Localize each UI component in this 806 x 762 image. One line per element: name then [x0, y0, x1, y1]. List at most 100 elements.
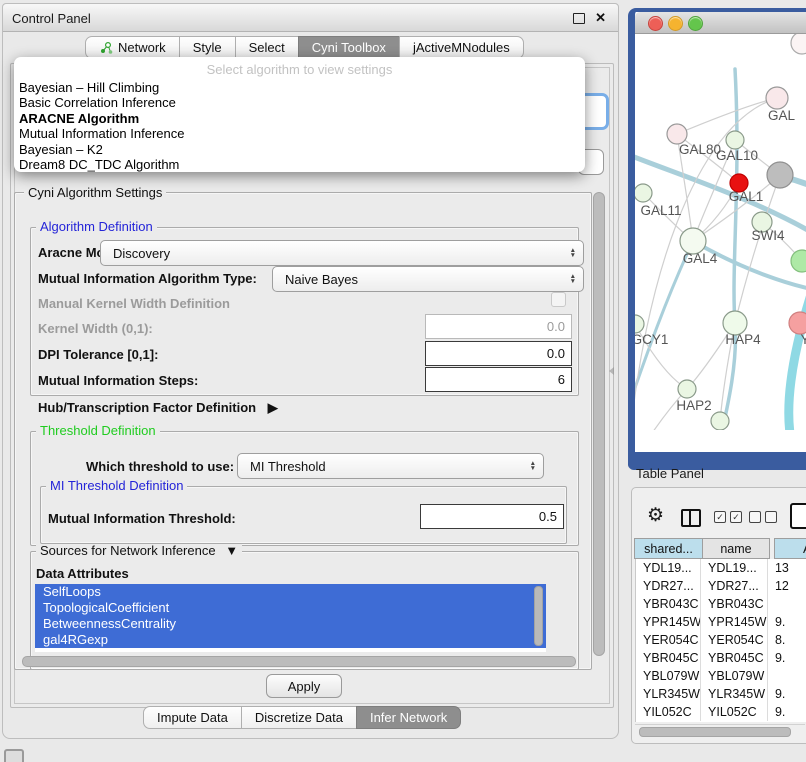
mi-threshold-label: Mutual Information Threshold:	[48, 511, 236, 526]
table-horizontal-scrollbar[interactable]	[635, 724, 805, 737]
tab-label: Infer Network	[370, 710, 447, 725]
expand-right-icon[interactable]: ▶	[268, 400, 278, 415]
mi-type-label: Mutual Information Algorithm Type:	[38, 271, 257, 286]
scrollbar-thumb[interactable]	[593, 192, 605, 656]
list-item[interactable]: SelfLoops	[35, 584, 546, 600]
table-header-row: shared... name A	[635, 538, 806, 559]
column-header[interactable]: shared...	[634, 538, 703, 559]
popup-item[interactable]: Bayesian – K2	[19, 142, 581, 157]
split-pane-handle[interactable]	[609, 367, 614, 375]
manual-kernel-checkbox[interactable]	[551, 292, 566, 307]
network-edge[interactable]	[719, 69, 737, 430]
list-item[interactable]: BetweennessCentrality	[35, 616, 546, 632]
table-panel-title: Table Panel	[636, 466, 704, 481]
network-edge[interactable]	[677, 98, 777, 134]
hub-definition-toggle[interactable]: Hub/Transcription Factor Definition ▶	[38, 400, 278, 416]
panel-title: Control Panel	[12, 11, 91, 26]
threshold-definition-title: Threshold Definition	[36, 424, 160, 437]
which-threshold-select[interactable]: MI Threshold ▲ ▼	[237, 453, 544, 479]
column-header[interactable]: name	[702, 538, 770, 559]
select-all-columns-icon[interactable]: ✓ ✓	[714, 511, 742, 523]
table-row[interactable]: YBR043CYBR043C	[636, 595, 806, 613]
tab-jactivemnodules[interactable]: jActiveMNodules	[399, 36, 524, 59]
deselect-all-columns-icon[interactable]	[749, 511, 777, 523]
table-settings-gear-icon[interactable]: ⚙	[647, 506, 664, 525]
close-traffic-light[interactable]	[648, 16, 663, 31]
table-cell: 8.	[768, 631, 806, 649]
scrollbar-thumb[interactable]	[22, 656, 576, 667]
mi-type-select[interactable]: Naive Bayes ▲ ▼	[272, 266, 584, 292]
hub-definition-label: Hub/Transcription Factor Definition	[38, 400, 256, 415]
network-node-label: Y	[800, 332, 806, 347]
close-icon[interactable]: ✕	[595, 10, 606, 26]
table-row[interactable]: YPR145WYPR145W9.	[636, 613, 806, 631]
new-table-icon[interactable]	[790, 503, 806, 529]
table-row[interactable]: YBR045CYBR045C9.	[636, 649, 806, 667]
dpi-tolerance-field[interactable]: 0.0	[425, 341, 572, 366]
network-edge[interactable]	[693, 241, 806, 291]
mi-threshold-field[interactable]: 0.5	[420, 504, 564, 529]
network-edge[interactable]	[789, 279, 806, 430]
tab-discretize-data[interactable]: Discretize Data	[241, 706, 357, 729]
tab-network[interactable]: Network	[85, 36, 180, 59]
list-item[interactable]: gal4RGexp	[35, 632, 546, 648]
minimize-traffic-light[interactable]	[668, 16, 683, 31]
stepper-down-icon: ▼	[570, 253, 576, 258]
tab-style[interactable]: Style	[179, 36, 236, 59]
table-row[interactable]: YIL052CYIL052C9.	[636, 703, 806, 721]
network-node[interactable]	[789, 312, 806, 334]
kernel-width-field[interactable]: 0.0	[425, 314, 572, 339]
tab-label: Network	[118, 40, 166, 55]
network-node[interactable]	[791, 34, 806, 54]
sources-title-label: Sources for Network Inference	[40, 543, 216, 558]
apply-button[interactable]: Apply	[266, 674, 342, 698]
algorithm-dropdown-popup: Select algorithm to view settings Bayesi…	[14, 57, 585, 172]
column-header[interactable]: A	[774, 538, 806, 559]
network-window-titlebar[interactable]	[635, 12, 806, 34]
dpi-tolerance-label: DPI Tolerance [0,1]:	[38, 347, 158, 362]
network-node[interactable]	[711, 412, 729, 430]
network-node[interactable]	[635, 315, 644, 333]
list-item[interactable]: TopologicalCoefficient	[35, 600, 546, 616]
table-row[interactable]: YLR345WYLR345W9.	[636, 685, 806, 703]
table-grid: YDL19...YDL19...13YDR27...YDR27...12YBR0…	[635, 559, 806, 722]
mi-steps-label: Mutual Information Steps:	[38, 373, 198, 388]
network-canvas-svg[interactable]: GALGAL80GAL10GAL1SWI4GAL11GAL4GCY1HAP4YH…	[635, 34, 806, 430]
table-row[interactable]: YBL079WYBL079W	[636, 667, 806, 685]
settings-horizontal-scrollbar[interactable]	[20, 655, 586, 667]
table-row[interactable]: YDR27...YDR27...12	[636, 577, 806, 595]
table-row[interactable]: YDL19...YDL19...13	[636, 559, 806, 577]
collapse-down-icon[interactable]: ▼	[225, 543, 238, 558]
mi-steps-field[interactable]: 6	[425, 367, 572, 392]
control-panel-titlebar: Control Panel ✕	[3, 4, 618, 32]
data-attributes-label: Data Attributes	[36, 566, 129, 581]
tab-infer-network[interactable]: Infer Network	[356, 706, 461, 729]
network-node[interactable]	[791, 250, 806, 272]
sources-group-title[interactable]: Sources for Network Inference ▼	[36, 544, 242, 557]
network-node[interactable]	[726, 131, 744, 149]
tab-select[interactable]: Select	[235, 36, 299, 59]
tab-label: Impute Data	[157, 710, 228, 725]
popup-item[interactable]: Basic Correlation Inference	[19, 95, 581, 110]
network-node[interactable]	[667, 124, 687, 144]
aracne-mode-select[interactable]: Discovery ▲ ▼	[100, 240, 584, 266]
tab-cyni-toolbox[interactable]: Cyni Toolbox	[298, 36, 400, 59]
network-node[interactable]	[767, 162, 793, 188]
popup-item[interactable]: Dream8 DC_TDC Algorithm	[19, 157, 581, 172]
popup-placeholder: Select algorithm to view settings	[14, 62, 585, 77]
zoom-traffic-light[interactable]	[688, 16, 703, 31]
scrollbar-thumb[interactable]	[639, 727, 791, 737]
show-columns-icon[interactable]	[681, 509, 701, 527]
popup-item[interactable]: Bayesian – Hill Climbing	[19, 80, 581, 95]
tab-impute-data[interactable]: Impute Data	[143, 706, 242, 729]
popup-item-highlighted[interactable]: ARACNE Algorithm	[19, 111, 581, 126]
popup-item[interactable]: Mutual Information Inference	[19, 126, 581, 141]
list-scrollbar-thumb[interactable]	[534, 586, 543, 646]
network-node[interactable]	[678, 380, 696, 398]
network-node[interactable]	[766, 87, 788, 109]
minimized-panel-icon[interactable]	[4, 749, 24, 762]
settings-vertical-scrollbar[interactable]	[592, 190, 604, 667]
network-node[interactable]	[635, 184, 652, 202]
table-row[interactable]: YER054CYER054C8.	[636, 631, 806, 649]
float-panel-icon[interactable]	[573, 13, 585, 24]
